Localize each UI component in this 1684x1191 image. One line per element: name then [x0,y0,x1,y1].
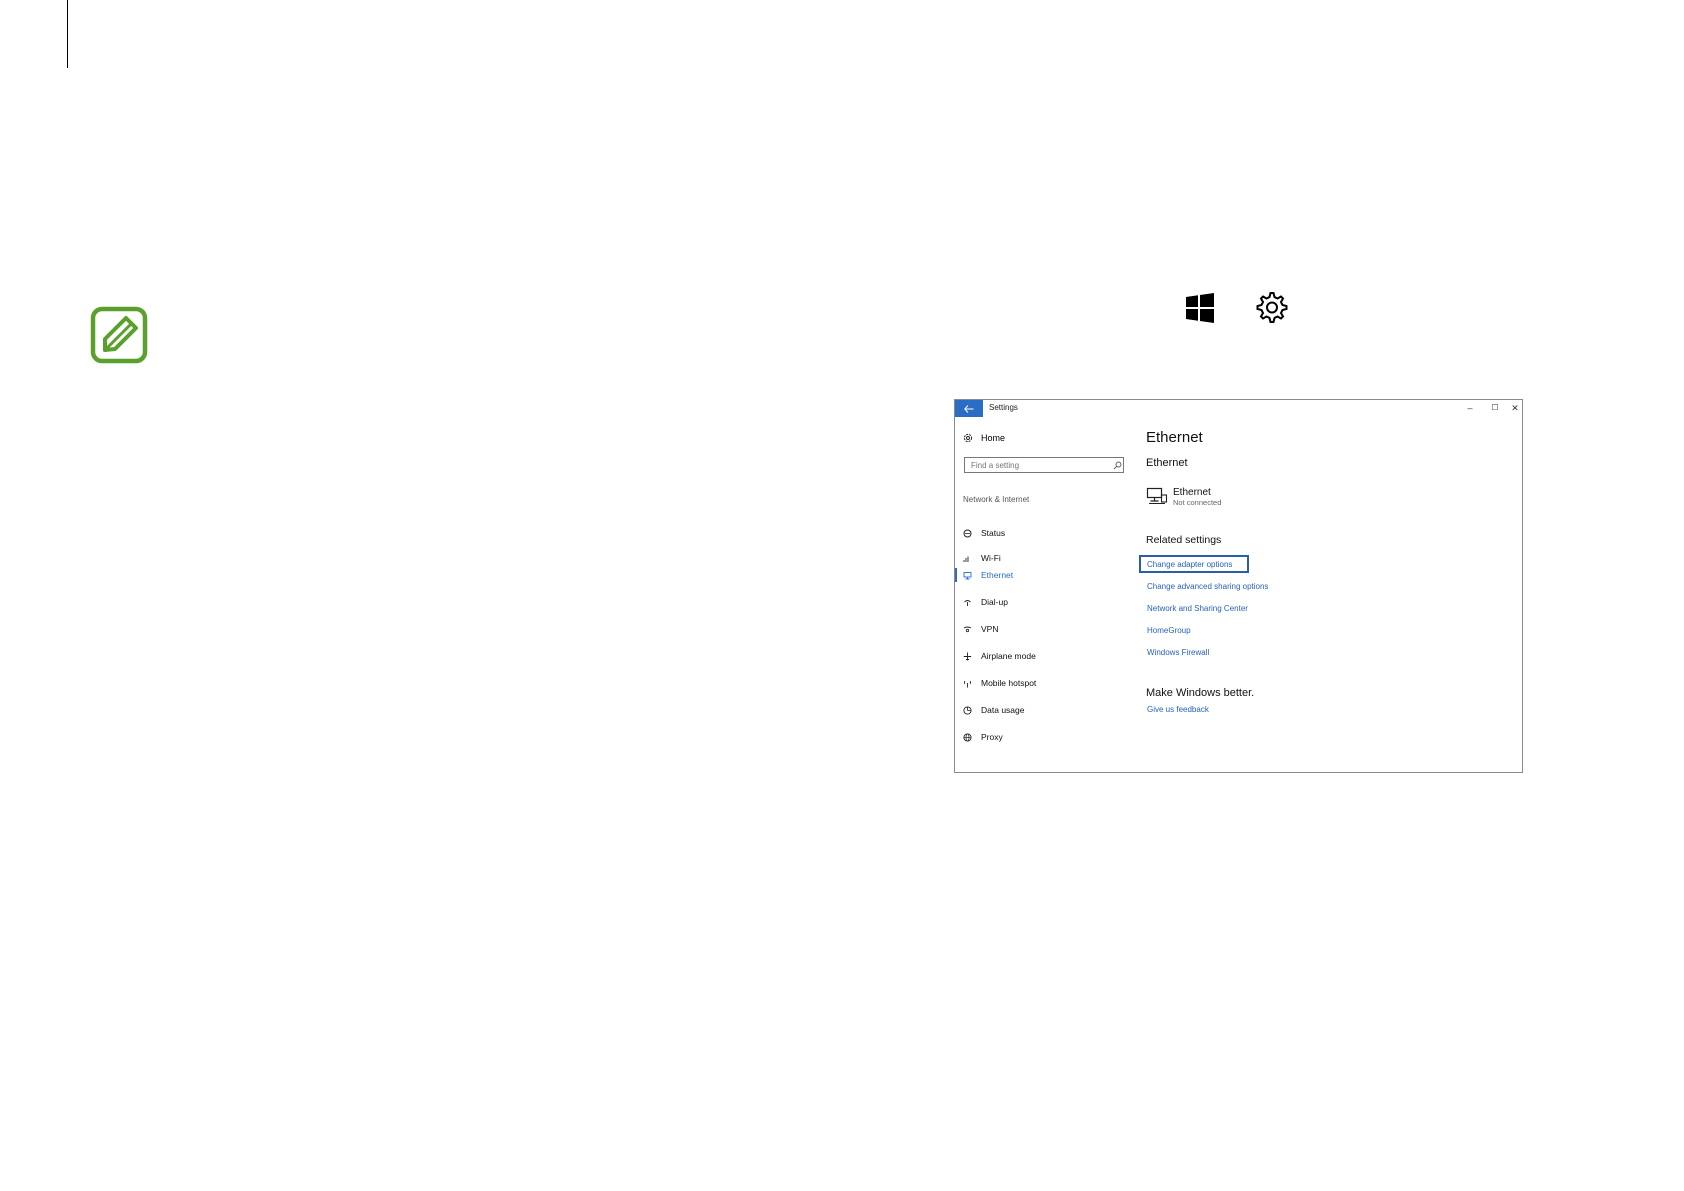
give-feedback-link[interactable]: Give us feedback [1147,705,1209,714]
hotspot-icon [964,680,971,687]
network-sharing-center-link[interactable]: Network and Sharing Center [1147,604,1248,613]
sidebar-item-status[interactable]: Status [963,526,1005,540]
homegroup-link[interactable]: HomeGroup [1147,626,1191,635]
adapter-name: Ethernet [1173,487,1211,498]
section-title: Ethernet [1146,457,1188,469]
status-icon [963,529,972,537]
sidebar-item-label: Mobile hotspot [981,678,1037,688]
feedback-title: Make Windows better. [1146,687,1255,699]
window-title: Settings [989,403,1018,412]
globe-icon [963,732,972,742]
sidebar-item-vpn[interactable]: VPN [963,622,998,636]
dialup-icon [964,599,971,606]
sidebar-item-label: Airplane mode [981,651,1036,661]
windows-start-icon[interactable] [1183,291,1217,325]
settings-window: Settings – ☐ ✕ Home Network & Internet S… [954,399,1523,773]
sidebar-item-hotspot[interactable]: Mobile hotspot [963,676,1036,690]
main-content: Ethernet Ethernet Ethernet Not connected… [1139,417,1522,772]
sidebar-item-dialup[interactable]: Dial-up [963,595,1008,609]
sidebar-item-label: Proxy [981,732,1003,742]
sidebar-item-wifi[interactable]: Wi-Fi [963,551,1001,565]
back-arrow-icon [964,404,974,413]
sidebar-item-proxy[interactable]: Proxy [963,730,1003,744]
page-margin-rule [67,0,68,68]
change-adapter-options-link[interactable]: Change adapter options [1147,560,1232,569]
sidebar-item-airplane[interactable]: Airplane mode [963,649,1036,663]
vpn-icon [963,626,972,632]
sidebar-item-data-usage[interactable]: Data usage [963,703,1024,717]
window-titlebar: Settings – ☐ ✕ [955,400,1522,417]
home-gear-icon [963,433,973,443]
ethernet-icon [963,571,972,579]
ethernet-adapter[interactable]: Ethernet Not connected [1146,487,1221,507]
sidebar-item-label: Ethernet [981,570,1014,580]
active-indicator [955,568,957,582]
sidebar-item-home[interactable]: Home [963,433,1005,443]
sidebar-item-ethernet[interactable]: Ethernet [963,568,1013,582]
airplane-icon [963,652,972,660]
sidebar: Home Network & Internet Status Wi-Fi Eth… [955,417,1135,772]
adapter-status: Not connected [1173,498,1222,507]
sidebar-item-label: Wi-Fi [981,553,1001,563]
change-advanced-sharing-link[interactable]: Change advanced sharing options [1147,582,1268,591]
settings-gear-icon[interactable] [1255,291,1289,325]
search-icon[interactable] [1113,461,1122,470]
back-button[interactable] [955,400,983,417]
maximize-button[interactable]: ☐ [1488,402,1502,414]
data-usage-icon [963,705,972,715]
page-title: Ethernet [1146,429,1203,446]
windows-firewall-link[interactable]: Windows Firewall [1147,648,1209,657]
sidebar-item-label: Data usage [981,705,1025,715]
search-input[interactable] [964,457,1124,473]
network-adapter-icon [1146,487,1168,504]
sidebar-item-label: Dial-up [981,597,1008,607]
note-icon [90,306,148,364]
minimize-button[interactable]: – [1463,402,1477,414]
section-label: Network & Internet [963,495,1030,504]
sidebar-item-label: VPN [981,624,999,634]
related-settings-title: Related settings [1146,534,1222,546]
close-button[interactable]: ✕ [1508,402,1522,414]
sidebar-item-label: Status [981,528,1006,538]
home-label: Home [981,433,1006,443]
wifi-icon [963,556,969,562]
